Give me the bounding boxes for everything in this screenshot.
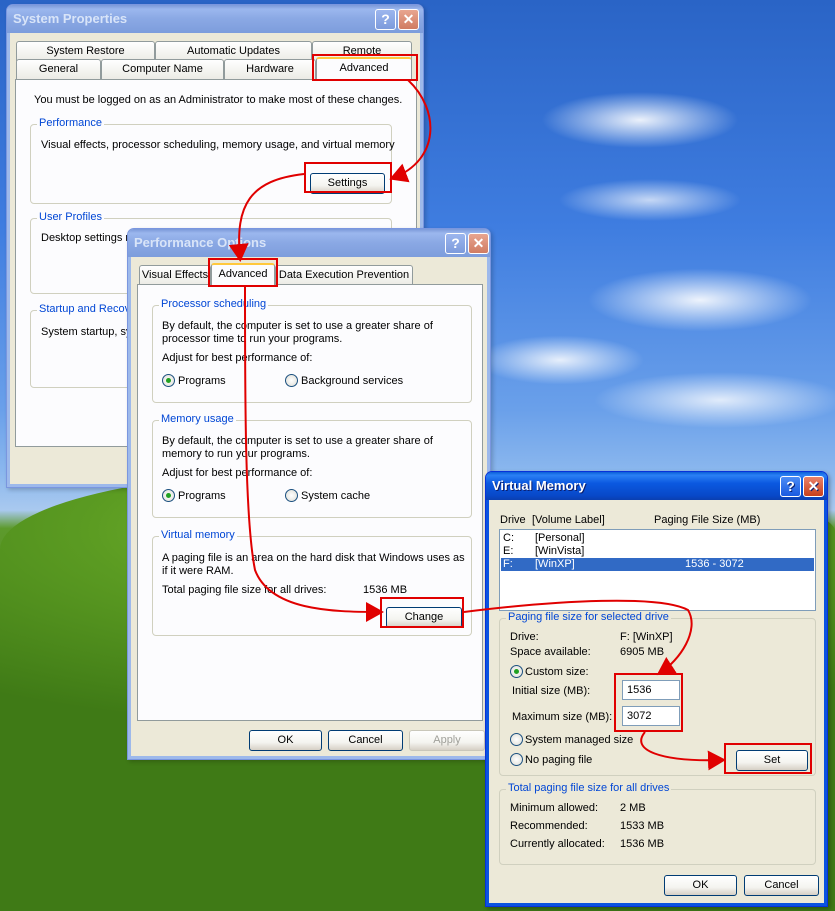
startup-recovery-desc: System startup, sys bbox=[41, 326, 137, 338]
tab-visual-effects[interactable]: Visual Effects bbox=[139, 265, 211, 285]
memory-usage-desc-2: memory to run your programs. bbox=[162, 448, 310, 460]
processor-scheduling-group: Processor scheduling By default, the com… bbox=[152, 298, 472, 403]
admin-note: You must be logged on as an Administrato… bbox=[34, 94, 403, 106]
virtual-memory-titlebar[interactable]: Virtual Memory ? ✕ bbox=[486, 472, 827, 500]
highlight-advanced-tab bbox=[312, 54, 418, 81]
custom-size-radio[interactable] bbox=[510, 665, 523, 678]
custom-size-label[interactable]: Custom size: bbox=[525, 666, 589, 678]
apply-button[interactable]: Apply bbox=[409, 730, 485, 751]
drive-list[interactable]: C: [Personal] E: [WinVista] F: [WinXP] 1… bbox=[499, 529, 816, 611]
currently-allocated-label: Currently allocated: bbox=[510, 838, 605, 850]
highlight-advanced-tab-performance bbox=[208, 258, 278, 287]
total-paging-title: Total paging file size for all drives bbox=[506, 782, 672, 794]
background-services-radio[interactable] bbox=[285, 374, 298, 387]
processor-scheduling-desc-2: processor time to run your programs. bbox=[162, 333, 343, 345]
window-title: System Properties bbox=[13, 11, 128, 26]
user-profiles-desc: Desktop settings re bbox=[41, 232, 136, 244]
drive-letter: F: bbox=[503, 558, 513, 570]
programs-label[interactable]: Programs bbox=[178, 375, 226, 387]
column-volume-label: [Volume Label] bbox=[532, 514, 605, 526]
startup-recovery-title: Startup and Recov bbox=[37, 303, 133, 315]
system-cache-label[interactable]: System cache bbox=[301, 490, 370, 502]
highlight-size-inputs bbox=[614, 673, 683, 732]
no-paging-file-radio[interactable] bbox=[510, 753, 523, 766]
tab-general[interactable]: General bbox=[16, 59, 101, 79]
list-item[interactable]: E: [WinVista] bbox=[501, 545, 814, 558]
background-services-label[interactable]: Background services bbox=[301, 375, 403, 387]
recommended-label: Recommended: bbox=[510, 820, 588, 832]
close-button[interactable]: ✕ bbox=[803, 476, 824, 497]
selected-drive-title: Paging file size for selected drive bbox=[506, 611, 671, 623]
highlight-settings-button bbox=[304, 162, 392, 193]
programs-radio[interactable] bbox=[162, 374, 175, 387]
adjust-label: Adjust for best performance of: bbox=[162, 352, 313, 364]
ok-button[interactable]: OK bbox=[664, 875, 737, 896]
tab-data-execution-prevention[interactable]: Data Execution Prevention bbox=[275, 265, 413, 285]
virtual-memory-desc-1: A paging file is an area on the hard dis… bbox=[162, 552, 465, 564]
space-available-value: 6905 MB bbox=[620, 646, 665, 658]
performance-desc: Visual effects, processor scheduling, me… bbox=[41, 139, 395, 151]
tab-computer-name[interactable]: Computer Name bbox=[101, 59, 224, 79]
initial-size-label: Initial size (MB): bbox=[512, 685, 591, 697]
user-profiles-title: User Profiles bbox=[37, 211, 104, 223]
processor-scheduling-title: Processor scheduling bbox=[159, 298, 269, 310]
no-paging-file-label[interactable]: No paging file bbox=[525, 754, 592, 766]
ok-button[interactable]: OK bbox=[249, 730, 322, 751]
system-cache-radio[interactable] bbox=[285, 489, 298, 502]
system-managed-radio[interactable] bbox=[510, 733, 523, 746]
drive-letter: E: bbox=[503, 545, 514, 557]
performance-options-titlebar[interactable]: Performance Options ? ✕ bbox=[128, 229, 490, 257]
space-available-label: Space available: bbox=[510, 646, 591, 658]
memory-usage-group: Memory usage By default, the computer is… bbox=[152, 413, 472, 518]
performance-options-window: Performance Options ? ✕ Visual Effects D… bbox=[127, 228, 491, 760]
column-paging-file-size: Paging File Size (MB) bbox=[654, 514, 761, 526]
tab-hardware[interactable]: Hardware bbox=[224, 59, 316, 79]
cancel-button[interactable]: Cancel bbox=[328, 730, 403, 751]
list-item[interactable]: C: [Personal] bbox=[501, 532, 814, 545]
total-paging-value: 1536 MB bbox=[363, 584, 408, 596]
processor-scheduling-desc-1: By default, the computer is set to use a… bbox=[162, 320, 433, 332]
highlight-set-button bbox=[724, 743, 812, 774]
maximum-size-label: Maximum size (MB): bbox=[512, 711, 613, 723]
cancel-button[interactable]: Cancel bbox=[744, 875, 819, 896]
minimum-allowed-label: Minimum allowed: bbox=[510, 802, 599, 814]
drive-volume-label: [WinXP] bbox=[535, 558, 575, 570]
list-item-selected[interactable]: F: [WinXP] 1536 - 3072 bbox=[501, 558, 814, 571]
drive-value: F: [WinXP] bbox=[620, 631, 673, 643]
drive-letter: C: bbox=[503, 532, 514, 544]
system-properties-titlebar[interactable]: System Properties ? ✕ bbox=[7, 5, 423, 33]
tab-automatic-updates[interactable]: Automatic Updates bbox=[155, 41, 312, 61]
virtual-memory-desc-2: if it were RAM. bbox=[162, 565, 234, 577]
virtual-memory-title: Virtual memory bbox=[159, 529, 237, 541]
total-paging-group: Total paging file size for all drives Mi… bbox=[499, 782, 816, 865]
memory-usage-title: Memory usage bbox=[159, 413, 236, 425]
memory-usage-desc-1: By default, the computer is set to use a… bbox=[162, 435, 433, 447]
column-drive: Drive bbox=[500, 514, 526, 526]
programs-label[interactable]: Programs bbox=[178, 490, 226, 502]
window-title: Virtual Memory bbox=[492, 478, 586, 493]
window-title: Performance Options bbox=[134, 235, 267, 250]
close-button[interactable]: ✕ bbox=[398, 9, 419, 30]
close-button[interactable]: ✕ bbox=[468, 233, 489, 254]
programs-radio[interactable] bbox=[162, 489, 175, 502]
performance-options-panel: Processor scheduling By default, the com… bbox=[137, 284, 483, 721]
tab-system-restore[interactable]: System Restore bbox=[16, 41, 155, 61]
minimum-allowed-value: 2 MB bbox=[620, 802, 646, 814]
drive-volume-label: [Personal] bbox=[535, 532, 585, 544]
currently-allocated-value: 1536 MB bbox=[620, 838, 665, 850]
help-button[interactable]: ? bbox=[445, 233, 466, 254]
help-button[interactable]: ? bbox=[780, 476, 801, 497]
performance-title: Performance bbox=[37, 117, 104, 129]
system-managed-label[interactable]: System managed size bbox=[525, 734, 633, 746]
total-paging-label: Total paging file size for all drives: bbox=[162, 584, 327, 596]
help-button[interactable]: ? bbox=[375, 9, 396, 30]
highlight-change-button bbox=[380, 597, 464, 628]
drive-label: Drive: bbox=[510, 631, 539, 643]
recommended-value: 1533 MB bbox=[620, 820, 665, 832]
drive-volume-label: [WinVista] bbox=[535, 545, 585, 557]
drive-paging-size: 1536 - 3072 bbox=[685, 558, 744, 570]
adjust-label: Adjust for best performance of: bbox=[162, 467, 313, 479]
